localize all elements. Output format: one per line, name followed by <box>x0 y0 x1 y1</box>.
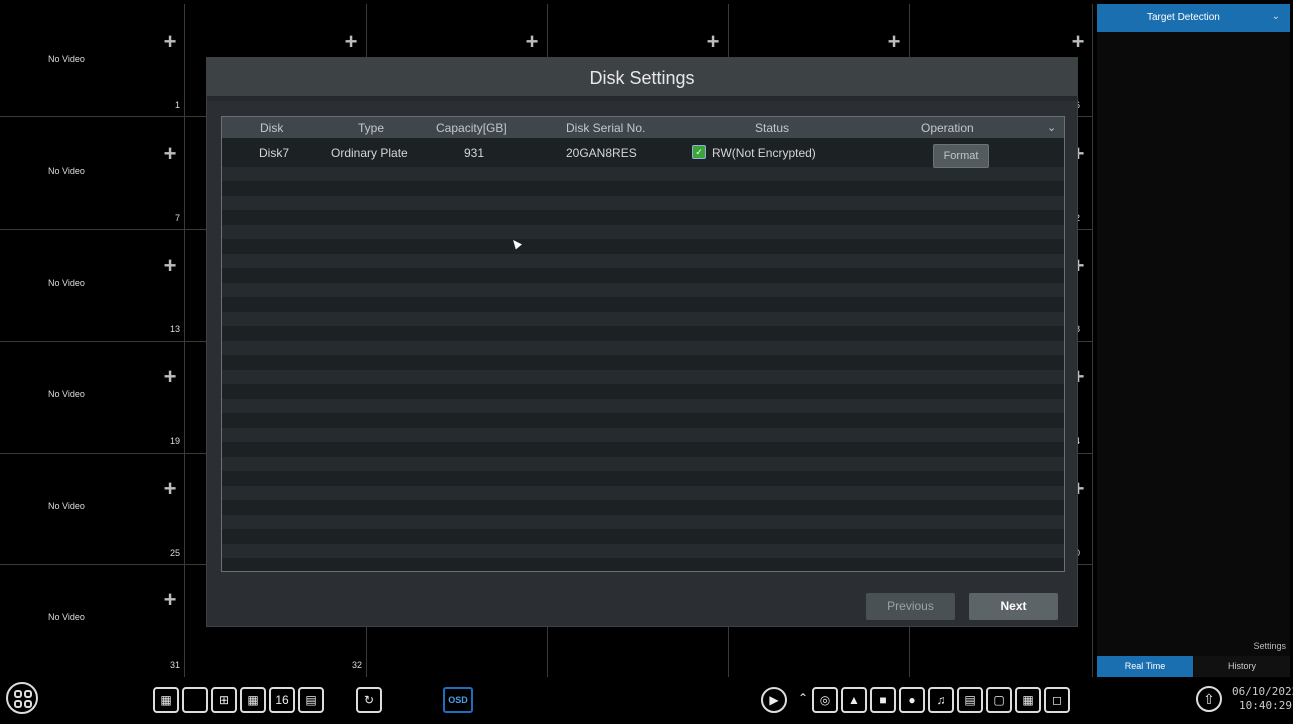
layout-custom-icon[interactable]: ▤ <box>298 687 324 713</box>
table-row <box>222 225 1064 239</box>
no-video-label: No Video <box>48 54 85 64</box>
check-icon: ✓ <box>692 145 706 159</box>
fullscreen-icon[interactable]: ▦ <box>153 687 179 713</box>
table-row <box>222 515 1064 529</box>
tab-real-time[interactable]: Real Time <box>1097 656 1193 677</box>
playback-icon[interactable]: ◻ <box>1044 687 1070 713</box>
tab-history[interactable]: History <box>1194 656 1290 677</box>
target-detection-label: Target Detection <box>1147 12 1220 23</box>
no-video-label: No Video <box>48 166 85 176</box>
cloud-upgrade-icon[interactable]: ⇧ <box>1196 686 1222 712</box>
no-video-label: No Video <box>48 501 85 511</box>
dialog-divider <box>207 96 1077 101</box>
add-camera-icon[interactable]: + <box>160 366 180 388</box>
channel-number: 25 <box>169 548 180 558</box>
table-row <box>222 370 1064 384</box>
table-row <box>222 283 1064 297</box>
disk-settings-dialog: Disk Settings Disk Type Capacity[GB] Dis… <box>206 57 1078 627</box>
column-header-status: Status <box>755 121 790 135</box>
add-camera-icon[interactable]: + <box>522 31 542 53</box>
table-row <box>222 399 1064 413</box>
channel-number: 19 <box>169 436 180 446</box>
table-row <box>222 544 1064 558</box>
layout-9-icon[interactable]: ▦ <box>240 687 266 713</box>
chevron-down-icon[interactable]: ⌄ <box>1047 121 1056 134</box>
add-camera-icon[interactable]: + <box>160 589 180 611</box>
layout-16-icon[interactable]: 16 <box>269 687 295 713</box>
table-row <box>222 254 1064 268</box>
add-camera-icon[interactable]: + <box>341 31 361 53</box>
event-icon[interactable]: ▢ <box>986 687 1012 713</box>
channel-number: 1 <box>174 100 180 110</box>
channel-number: 32 <box>351 660 362 670</box>
table-row <box>222 486 1064 500</box>
system-time: 10:40:29 <box>1239 699 1292 712</box>
ptz-icon[interactable]: ◎ <box>812 687 838 713</box>
type-cell: Ordinary Plate <box>331 146 408 160</box>
no-video-label: No Video <box>48 389 85 399</box>
column-header-disk: Disk <box>260 121 284 135</box>
column-header-operation: Operation <box>921 121 974 135</box>
bottom-toolbar: ▦ ⊞ ▦ 16 ▤ ↻ OSD ▶ ⌃ ◎ ▲ ■ ● ♫ ▤ ▢ ▦ ◻ ⇧… <box>0 677 1293 724</box>
target-detection-dropdown[interactable]: Target Detection ⌄ <box>1097 4 1290 32</box>
disk-icon[interactable]: ▤ <box>957 687 983 713</box>
column-header-capacity: Capacity[GB] <box>436 121 507 135</box>
table-row <box>222 341 1064 355</box>
previous-button[interactable]: Previous <box>866 593 955 620</box>
layout-1-icon[interactable] <box>182 687 208 713</box>
add-camera-icon[interactable]: + <box>160 143 180 165</box>
channel-number: 13 <box>169 324 180 334</box>
table-header: Disk Type Capacity[GB] Disk Serial No. S… <box>222 117 1064 138</box>
alarm-status-icon[interactable]: ● <box>899 687 925 713</box>
record-icon[interactable]: ■ <box>870 687 896 713</box>
add-camera-icon[interactable]: + <box>884 31 904 53</box>
chevron-down-icon: ⌄ <box>1271 11 1280 22</box>
osd-button[interactable]: OSD <box>443 687 473 713</box>
manual-alarm-icon[interactable]: ▲ <box>841 687 867 713</box>
sequence-icon[interactable]: ↻ <box>356 687 382 713</box>
table-row <box>222 312 1064 326</box>
dialog-title: Disk Settings <box>207 58 1077 96</box>
channel-number: 7 <box>174 213 180 223</box>
add-camera-icon[interactable]: + <box>1068 31 1088 53</box>
right-panel: Target Detection ⌄ Settings Real Time Hi… <box>1097 4 1290 677</box>
table-row <box>222 167 1064 181</box>
serial-cell: 20GAN8RES <box>566 146 637 160</box>
play-icon[interactable]: ▶ <box>761 687 787 713</box>
no-video-label: No Video <box>48 612 85 622</box>
next-button[interactable]: Next <box>969 593 1058 620</box>
backup-icon[interactable]: ▦ <box>1015 687 1041 713</box>
status-cell: RW(Not Encrypted) <box>712 146 816 160</box>
column-header-serial: Disk Serial No. <box>566 121 646 135</box>
settings-link[interactable]: Settings <box>1253 641 1286 651</box>
start-menu-icon[interactable] <box>6 682 38 714</box>
disk-cell: Disk7 <box>259 146 290 160</box>
table-row <box>222 196 1064 210</box>
add-camera-icon[interactable]: + <box>160 31 180 53</box>
audio-icon[interactable]: ♫ <box>928 687 954 713</box>
add-camera-icon[interactable]: + <box>160 478 180 500</box>
table-row <box>222 428 1064 442</box>
format-button[interactable]: Format <box>933 144 989 168</box>
system-date: 06/10/2022 <box>1232 685 1293 698</box>
column-header-type: Type <box>358 121 385 135</box>
add-camera-icon[interactable]: + <box>703 31 723 53</box>
channel-number: 31 <box>169 660 180 670</box>
layout-4-icon[interactable]: ⊞ <box>211 687 237 713</box>
disk-table: Disk Type Capacity[GB] Disk Serial No. S… <box>221 116 1065 572</box>
table-row <box>222 457 1064 471</box>
add-camera-icon[interactable]: + <box>160 255 180 277</box>
no-video-label: No Video <box>48 278 85 288</box>
mouse-cursor-icon <box>510 237 522 250</box>
capacity-cell: 931 <box>464 146 485 160</box>
